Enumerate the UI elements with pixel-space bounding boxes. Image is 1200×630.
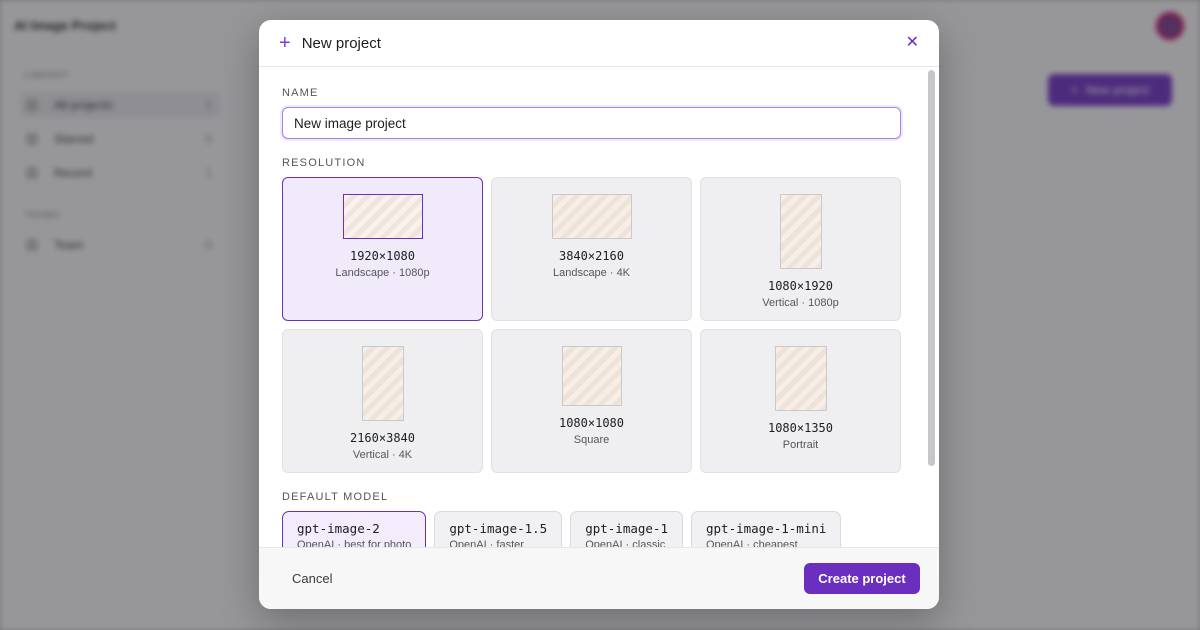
resolution-description: Square <box>573 434 610 446</box>
resolution-description: Vertical · 1080p <box>762 297 839 309</box>
resolution-grid: 1920×1080 Landscape · 1080p 3840×2160 La… <box>282 177 902 473</box>
cancel-button[interactable]: Cancel <box>292 571 332 586</box>
resolution-option-1080x1350[interactable]: 1080×1350 Portrait <box>700 329 901 473</box>
model-name: gpt-image-1 <box>585 521 668 536</box>
resolution-value: 1920×1080 <box>349 249 416 263</box>
resolution-value: 3840×2160 <box>558 249 625 263</box>
landscape-thumbnail <box>551 194 632 239</box>
model-options: gpt-image-2 OpenAI · best for photo gpt-… <box>282 511 902 547</box>
dialog-body[interactable]: NAME RESOLUTION 1920×1080 Landscape · 10… <box>259 67 939 547</box>
resolution-description: Landscape · 4K <box>552 267 631 279</box>
model-description: OpenAI · classic <box>585 539 666 547</box>
dialog-footer: Cancel Create project <box>259 547 939 609</box>
default-model-label: DEFAULT MODEL <box>282 491 389 503</box>
vertical-thumbnail <box>361 346 404 421</box>
model-option-gpt-image-1-mini[interactable]: gpt-image-1-mini OpenAI · cheapest <box>691 511 842 547</box>
resolution-description: Portrait <box>782 439 819 451</box>
resolution-value: 2160×3840 <box>349 431 416 445</box>
model-option-gpt-image-1-5[interactable]: gpt-image-1.5 OpenAI · faster <box>434 511 563 547</box>
resolution-label: RESOLUTION <box>282 157 366 169</box>
resolution-option-1080x1920[interactable]: 1080×1920 Vertical · 1080p <box>700 177 901 321</box>
model-option-gpt-image-2[interactable]: gpt-image-2 OpenAI · best for photo <box>282 511 427 547</box>
landscape-thumbnail <box>342 194 423 239</box>
model-description: OpenAI · best for photo <box>297 539 412 547</box>
close-icon[interactable]: ✕ <box>906 35 919 51</box>
resolution-option-1920x1080[interactable]: 1920×1080 Landscape · 1080p <box>282 177 483 321</box>
model-option-gpt-image-1[interactable]: gpt-image-1 OpenAI · classic <box>570 511 683 547</box>
model-description: OpenAI · cheapest <box>706 539 798 547</box>
model-name: gpt-image-1.5 <box>449 521 548 536</box>
model-description: OpenAI · faster <box>449 539 524 547</box>
resolution-option-3840x2160[interactable]: 3840×2160 Landscape · 4K <box>491 177 692 321</box>
model-name: gpt-image-1-mini <box>706 521 827 536</box>
plus-icon: + <box>279 32 291 54</box>
name-label: NAME <box>282 87 319 99</box>
dialog-header: + New project ✕ <box>259 20 939 67</box>
resolution-option-2160x3840[interactable]: 2160×3840 Vertical · 4K <box>282 329 483 473</box>
dialog-title: New project <box>301 34 381 52</box>
resolution-description: Vertical · 4K <box>352 449 413 461</box>
new-project-dialog: + New project ✕ NAME RESOLUTION 1920×108… <box>259 20 939 609</box>
portrait-thumbnail <box>774 346 827 411</box>
model-name: gpt-image-2 <box>297 521 380 536</box>
create-project-button[interactable]: Create project <box>804 563 920 594</box>
resolution-value: 1080×1080 <box>558 416 625 430</box>
square-thumbnail <box>561 346 622 406</box>
resolution-value: 1080×1920 <box>767 279 834 293</box>
vertical-thumbnail <box>779 194 822 269</box>
project-name-input[interactable] <box>282 107 901 139</box>
resolution-option-1080x1080[interactable]: 1080×1080 Square <box>491 329 692 473</box>
dialog-scrollbar[interactable] <box>928 70 935 466</box>
resolution-value: 1080×1350 <box>767 421 834 435</box>
resolution-description: Landscape · 1080p <box>335 267 430 279</box>
